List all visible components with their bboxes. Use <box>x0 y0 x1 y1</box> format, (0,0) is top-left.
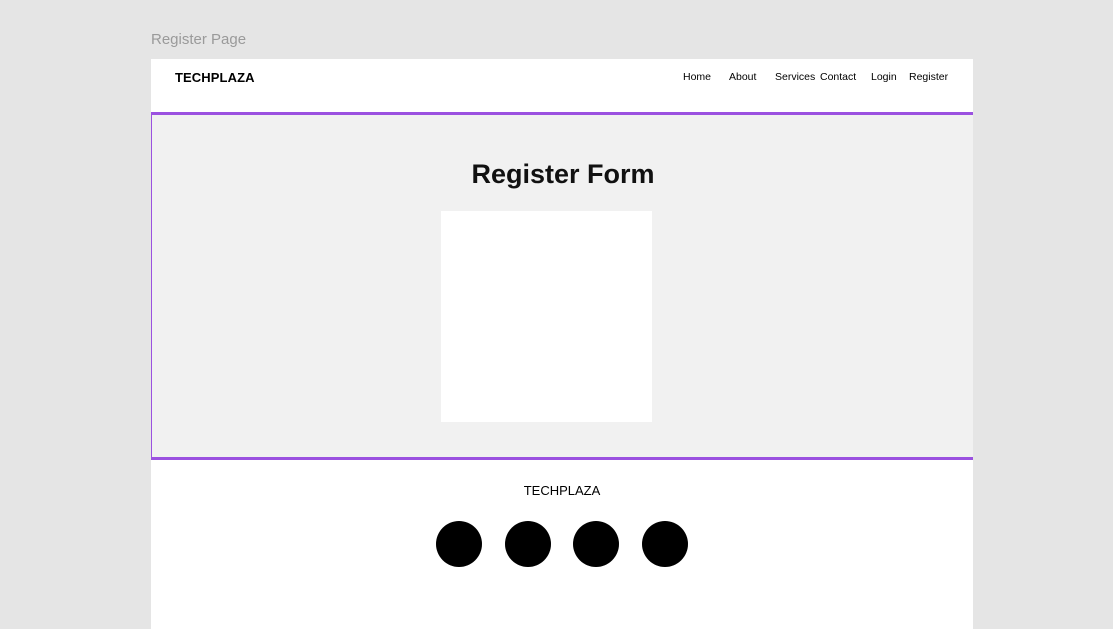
navbar: TECHPLAZA Home About Services Contact Lo… <box>151 59 973 113</box>
nav-link-contact[interactable]: Contact <box>820 71 856 83</box>
nav-link-services[interactable]: Services <box>775 71 815 83</box>
social-icon[interactable] <box>642 521 688 567</box>
register-page-frame: TECHPLAZA Home About Services Contact Lo… <box>151 59 973 629</box>
frame-label: Register Page <box>151 31 247 48</box>
social-icon[interactable] <box>573 521 619 567</box>
register-form-title: Register Form <box>471 159 655 189</box>
footer-brand: TECHPLAZA <box>523 483 601 498</box>
nav-link-register[interactable]: Register <box>909 71 948 83</box>
social-icon[interactable] <box>505 521 551 567</box>
register-section: Register Form <box>151 112 973 460</box>
brand-logo[interactable]: TECHPLAZA <box>175 70 255 85</box>
nav-link-about[interactable]: About <box>729 71 756 83</box>
nav-link-home[interactable]: Home <box>683 71 711 83</box>
register-form-placeholder[interactable] <box>441 211 652 422</box>
nav-link-login[interactable]: Login <box>871 71 897 83</box>
social-icon[interactable] <box>436 521 482 567</box>
